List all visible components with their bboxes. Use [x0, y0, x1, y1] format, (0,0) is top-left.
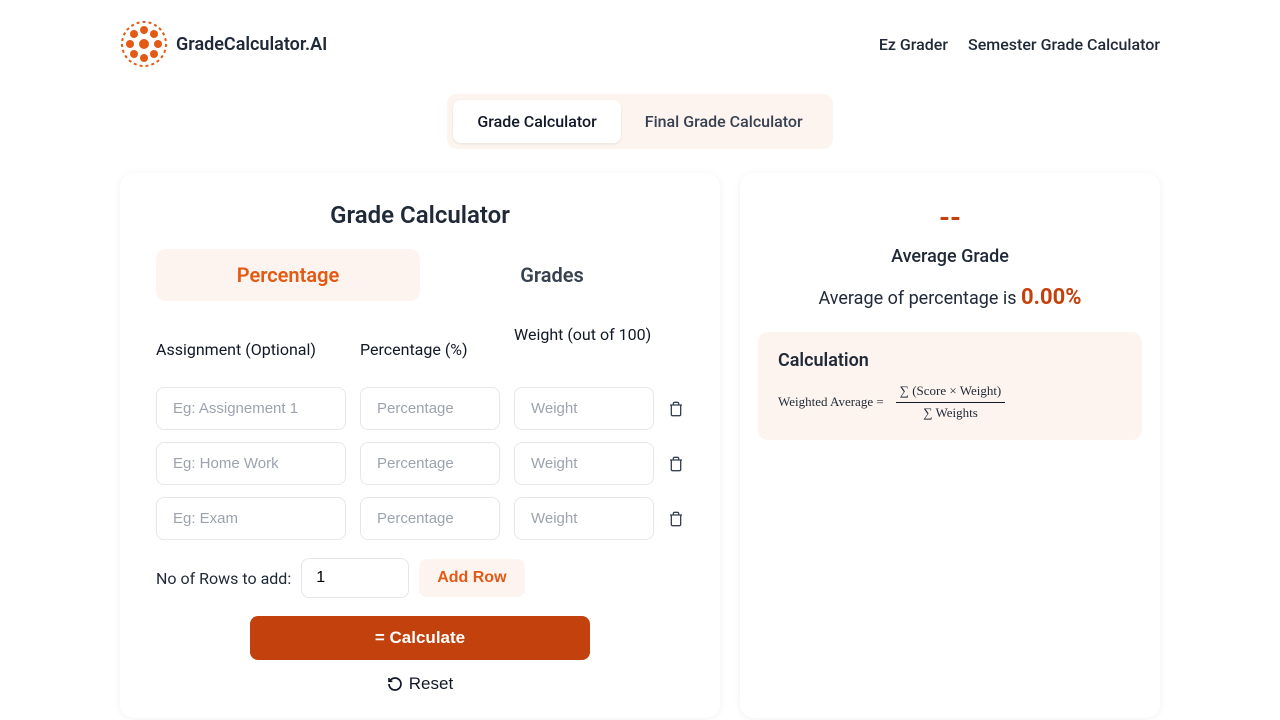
weight-input[interactable] — [514, 497, 654, 540]
formula-denominator: ∑ Weights — [923, 403, 978, 422]
add-row-button[interactable]: Add Row — [419, 559, 524, 597]
calculation-title: Calculation — [778, 350, 1122, 371]
subtab-percentage[interactable]: Percentage — [156, 249, 420, 301]
nav-ez-grader[interactable]: Ez Grader — [879, 35, 948, 54]
result-percentage-value: 0.00% — [1021, 285, 1082, 310]
reset-button[interactable]: Reset — [387, 674, 453, 694]
col-assignment: Assignment (Optional) — [156, 325, 346, 373]
formula-numerator: ∑ (Score × Weight) — [896, 383, 1006, 403]
formula: Weighted Average = ∑ (Score × Weight) ∑ … — [778, 383, 1122, 422]
calculator-card: Grade Calculator Percentage Grades Assig… — [120, 173, 720, 718]
result-card: -- Average Grade Average of percentage i… — [740, 173, 1160, 718]
top-nav: Ez Grader Semester Grade Calculator — [879, 35, 1160, 54]
assignment-input[interactable] — [156, 387, 346, 430]
calculator-title: Grade Calculator — [156, 201, 684, 229]
formula-lhs: Weighted Average = — [778, 394, 884, 410]
percentage-input[interactable] — [360, 497, 500, 540]
trash-icon[interactable] — [668, 509, 684, 529]
result-grade-label: Average Grade — [758, 246, 1142, 267]
weight-input[interactable] — [514, 442, 654, 485]
tab-final-grade-calculator[interactable]: Final Grade Calculator — [621, 100, 827, 143]
percentage-input[interactable] — [360, 387, 500, 430]
reset-label: Reset — [409, 674, 453, 694]
result-grade-value: -- — [758, 201, 1142, 234]
reset-icon — [387, 676, 403, 692]
formula-fraction: ∑ (Score × Weight) ∑ Weights — [896, 383, 1006, 422]
col-percentage: Percentage (%) — [360, 325, 500, 373]
logo-icon — [120, 20, 168, 68]
add-row-count-input[interactable] — [301, 558, 409, 598]
result-line-prefix: Average of percentage is — [818, 288, 1021, 309]
subtab-grades[interactable]: Grades — [420, 249, 684, 301]
weight-input[interactable] — [514, 387, 654, 430]
table-header: Assignment (Optional) Percentage (%) Wei… — [156, 325, 684, 373]
calculate-button[interactable]: = Calculate — [250, 616, 590, 660]
grade-row — [156, 387, 684, 430]
col-weight: Weight (out of 100) — [514, 325, 654, 344]
main-tabs: Grade Calculator Final Grade Calculator — [447, 94, 832, 149]
grade-row — [156, 442, 684, 485]
percentage-input[interactable] — [360, 442, 500, 485]
calculator-subtabs: Percentage Grades — [156, 249, 684, 301]
assignment-input[interactable] — [156, 442, 346, 485]
logo-text: GradeCalculator.AI — [176, 34, 327, 55]
assignment-input[interactable] — [156, 497, 346, 540]
logo[interactable]: GradeCalculator.AI — [120, 20, 327, 68]
calculation-box: Calculation Weighted Average = ∑ (Score … — [758, 332, 1142, 440]
nav-semester-grade[interactable]: Semester Grade Calculator — [968, 35, 1160, 54]
trash-icon[interactable] — [668, 454, 684, 474]
tab-grade-calculator[interactable]: Grade Calculator — [453, 100, 620, 143]
add-row-controls: No of Rows to add: Add Row — [156, 558, 684, 598]
grade-row — [156, 497, 684, 540]
add-row-label: No of Rows to add: — [156, 569, 291, 588]
trash-icon[interactable] — [668, 399, 684, 419]
result-percentage-line: Average of percentage is 0.00% — [758, 285, 1142, 310]
